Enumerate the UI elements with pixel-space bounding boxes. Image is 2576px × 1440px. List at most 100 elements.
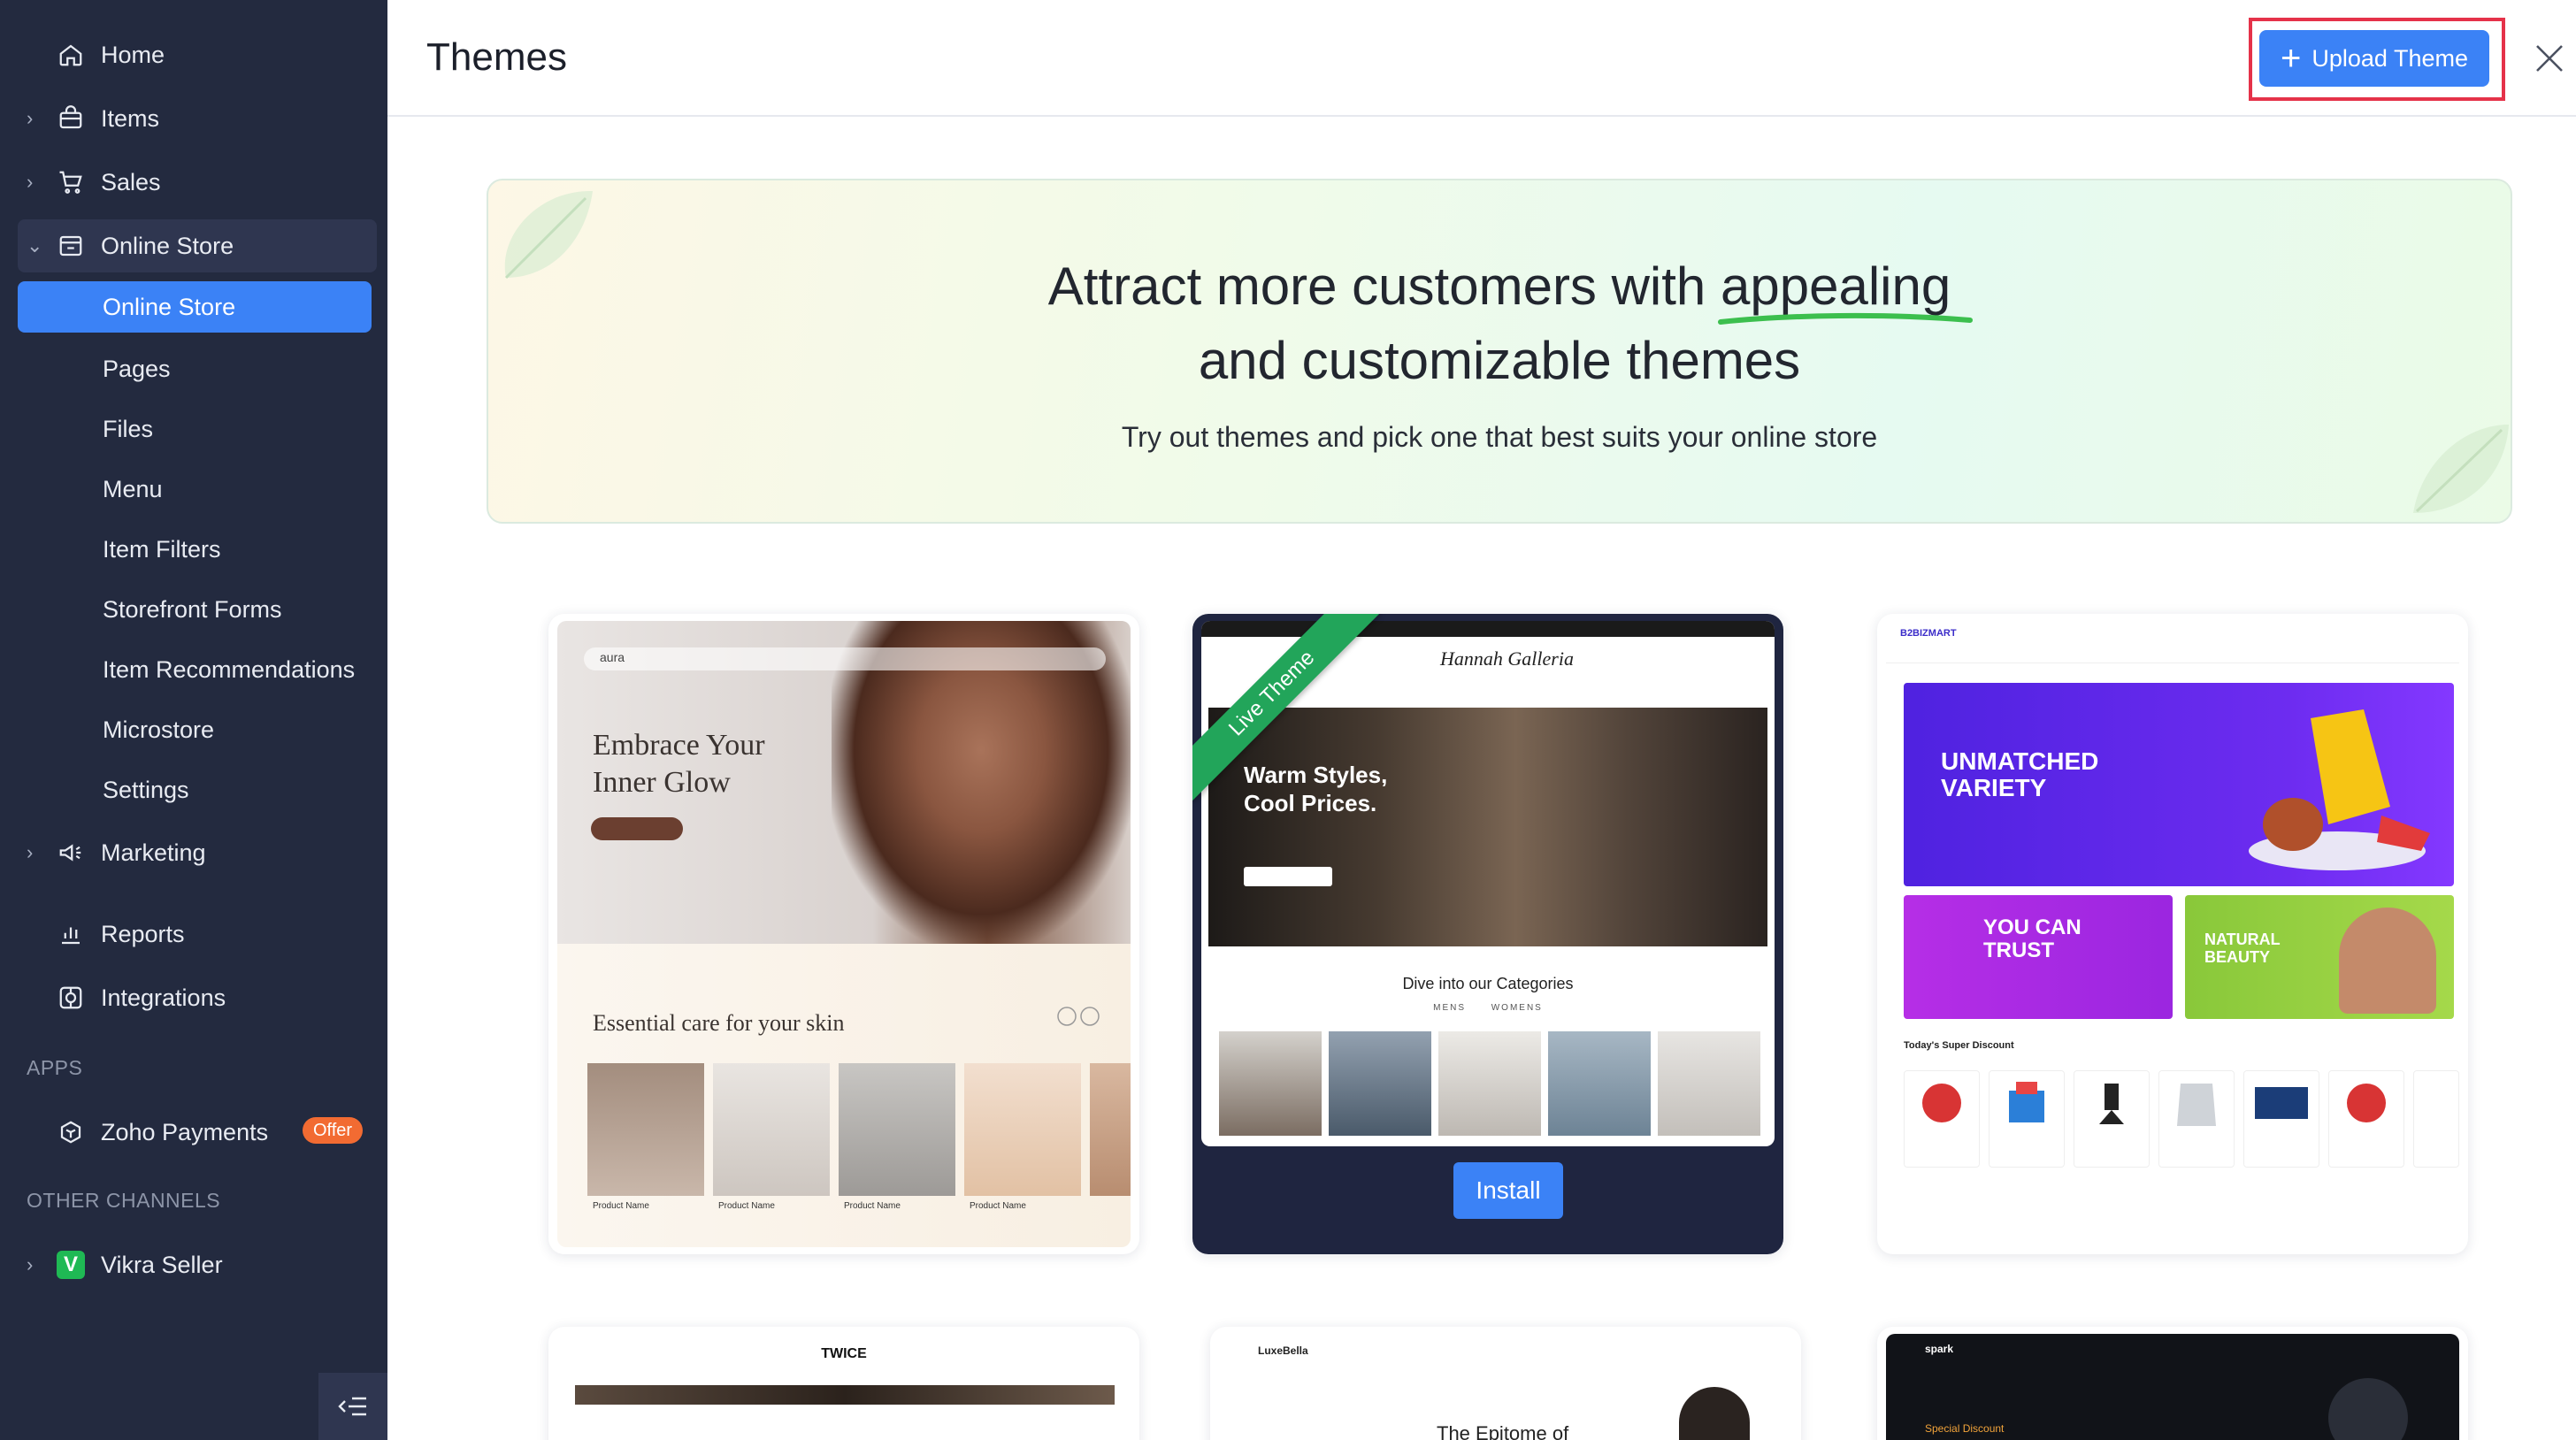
theme-preview: spark Special Discount bbox=[1886, 1334, 2459, 1440]
integrations-icon bbox=[55, 982, 87, 1014]
theme-preview: TWICE bbox=[557, 1334, 1131, 1405]
sidebar-item-home[interactable]: Home bbox=[18, 28, 377, 81]
hg-hero-line1: Warm Styles, bbox=[1244, 762, 1388, 788]
hg-hero-title: Warm Styles, Cool Prices. bbox=[1244, 761, 1387, 817]
other-channels-section-label: OTHER CHANNELS bbox=[27, 1189, 221, 1212]
aura-product-label: Product Name bbox=[844, 1201, 901, 1211]
bz-product-card bbox=[2158, 1070, 2235, 1168]
sidebar-sub-pages[interactable]: Pages bbox=[18, 343, 372, 394]
theme-card-aura[interactable]: aura Embrace Your Inner Glow Essential c… bbox=[548, 614, 1139, 1254]
close-icon bbox=[2536, 45, 2563, 72]
bz-section-title: Today's Super Discount bbox=[1904, 1040, 2014, 1051]
sidebar-item-label: Vikra Seller bbox=[101, 1251, 223, 1278]
sidebar-item-online-store[interactable]: ⌄ Online Store bbox=[18, 219, 377, 272]
apps-section-label: APPS bbox=[27, 1056, 83, 1079]
bz-product-card bbox=[1989, 1070, 2065, 1168]
sidebar-item-vikra-seller[interactable]: › V Vikra Seller bbox=[18, 1238, 377, 1291]
cart-icon bbox=[55, 166, 87, 198]
payments-icon bbox=[55, 1116, 87, 1148]
upload-theme-label: Upload Theme bbox=[2312, 44, 2468, 72]
bz-hero-title: UNMATCHED VARIETY bbox=[1941, 748, 2098, 801]
luxebella-hero-title: The Epitome of bbox=[1437, 1422, 1569, 1440]
hg-tab-womens: WOMENS bbox=[1491, 1003, 1543, 1013]
theme-card-luxebella[interactable]: LuxeBella The Epitome of bbox=[1210, 1327, 1801, 1440]
underline-stroke-icon bbox=[1717, 312, 1973, 325]
hg-hero-image: Warm Styles, Cool Prices. bbox=[1208, 708, 1767, 946]
vikra-logo-icon: V bbox=[55, 1249, 87, 1281]
theme-card-hannah-galleria[interactable]: Hannah Galleria Warm Styles, Cool Prices… bbox=[1192, 614, 1783, 1254]
collapse-sidebar-button[interactable] bbox=[318, 1373, 387, 1440]
sidebar-sub-files[interactable]: Files bbox=[18, 403, 372, 455]
sidebar-item-zoho-payments[interactable]: Zoho Payments Offer bbox=[18, 1106, 377, 1159]
sidebar-item-sales[interactable]: › Sales bbox=[18, 156, 377, 209]
bz-product-card bbox=[2328, 1070, 2404, 1168]
theme-card-spark[interactable]: spark Special Discount bbox=[1877, 1327, 2468, 1440]
carousel-arrows-icon bbox=[1057, 1007, 1100, 1026]
theme-card-b2bizmart[interactable]: B2BIZMART UNMATCHED VARIETY YOU CAN TRUS… bbox=[1877, 614, 2468, 1254]
twice-logo: TWICE bbox=[821, 1346, 867, 1361]
bz-product-card bbox=[2243, 1070, 2319, 1168]
sidebar-item-label: Home bbox=[101, 41, 165, 68]
sidebar-item-reports[interactable]: Reports bbox=[18, 908, 377, 961]
banner-headline-start: Attract more customers with bbox=[1047, 257, 1706, 316]
sidebar-item-label: Online Store bbox=[101, 232, 234, 259]
upload-theme-button[interactable]: + Upload Theme bbox=[2259, 30, 2489, 87]
aura-product-image bbox=[1090, 1063, 1131, 1196]
sidebar-item-label: Reports bbox=[101, 920, 185, 947]
hg-hero-button bbox=[1244, 867, 1332, 886]
sidebar-sub-item-recommendations[interactable]: Item Recommendations bbox=[18, 644, 372, 695]
theme-card-twice[interactable]: TWICE bbox=[548, 1327, 1139, 1440]
bz-promo-kids: YOU CAN TRUST bbox=[1904, 895, 2173, 1019]
hg-announcement-bar bbox=[1201, 621, 1775, 637]
sidebar-sub-storefront-forms[interactable]: Storefront Forms bbox=[18, 584, 372, 635]
hg-tab-mens: MENS bbox=[1433, 1003, 1467, 1013]
aura-nav-logo: aura bbox=[600, 650, 625, 664]
banner-headline-accent: appealing bbox=[1717, 249, 1973, 325]
bz-logo: B2BIZMART bbox=[1900, 628, 1957, 639]
twice-hero-image bbox=[575, 1385, 1115, 1405]
sidebar-sub-settings[interactable]: Settings bbox=[18, 764, 372, 816]
sidebar-sub-microstore[interactable]: Microstore bbox=[18, 704, 372, 755]
sidebar-item-integrations[interactable]: Integrations bbox=[18, 971, 377, 1024]
sidebar-item-marketing[interactable]: › Marketing bbox=[18, 826, 377, 879]
sidebar-item-label: Integrations bbox=[101, 984, 226, 1011]
bz-promo2-model-image bbox=[2339, 908, 2436, 1014]
aura-nav-bar: aura bbox=[584, 647, 1106, 670]
hg-section-title: Dive into our Categories bbox=[1402, 975, 1574, 992]
aura-product-image bbox=[964, 1063, 1081, 1196]
aura-product-label: Product Name bbox=[718, 1201, 775, 1211]
store-icon bbox=[55, 230, 87, 262]
chevron-right-icon: › bbox=[27, 1253, 34, 1275]
themes-banner: Attract more customers with appealing an… bbox=[487, 179, 2512, 524]
offer-badge: Offer bbox=[303, 1117, 364, 1144]
bz-product-card bbox=[1904, 1070, 1980, 1168]
sidebar-item-items[interactable]: › Items bbox=[18, 92, 377, 145]
sidebar-sub-online-store[interactable]: Online Store bbox=[18, 281, 372, 333]
vikra-logo: V bbox=[57, 1251, 85, 1279]
hg-category-tile bbox=[1438, 1031, 1541, 1136]
sidebar-item-label: Zoho Payments bbox=[101, 1118, 269, 1145]
aura-hero-line1: Embrace Your bbox=[593, 729, 765, 762]
aura-cta-button bbox=[591, 817, 683, 840]
spark-hero-title: Special Discount bbox=[1925, 1422, 2005, 1435]
sidebar: Home › Items › Sales ⌄ Online Store Onli… bbox=[0, 0, 387, 1440]
bz-promo-beauty: NATURAL BEAUTY bbox=[2185, 895, 2454, 1019]
page-title: Themes bbox=[426, 35, 567, 79]
bz-promo2-line2: BEAUTY bbox=[2204, 948, 2271, 966]
theme-preview: LuxeBella The Epitome of bbox=[1219, 1334, 1792, 1440]
aura-product-label: Product Name bbox=[970, 1201, 1026, 1211]
sidebar-sub-item-filters[interactable]: Item Filters bbox=[18, 524, 372, 575]
megaphone-icon bbox=[55, 837, 87, 869]
aura-product-label: Product Name bbox=[593, 1201, 649, 1211]
bz-promo1-line1: YOU CAN bbox=[1983, 915, 2082, 939]
aura-hero-line2: Inner Glow bbox=[593, 766, 731, 799]
hg-hero-line2: Cool Prices. bbox=[1244, 790, 1377, 816]
chevron-down-icon: ⌄ bbox=[27, 234, 43, 257]
sidebar-sub-menu[interactable]: Menu bbox=[18, 463, 372, 515]
close-button[interactable] bbox=[2526, 35, 2572, 81]
bz-promo2-line1: NATURAL bbox=[2204, 931, 2281, 948]
install-button[interactable]: Install bbox=[1453, 1162, 1563, 1219]
plus-icon: + bbox=[2281, 39, 2302, 78]
chevron-right-icon: › bbox=[27, 107, 34, 129]
bz-product-card bbox=[2413, 1070, 2459, 1168]
